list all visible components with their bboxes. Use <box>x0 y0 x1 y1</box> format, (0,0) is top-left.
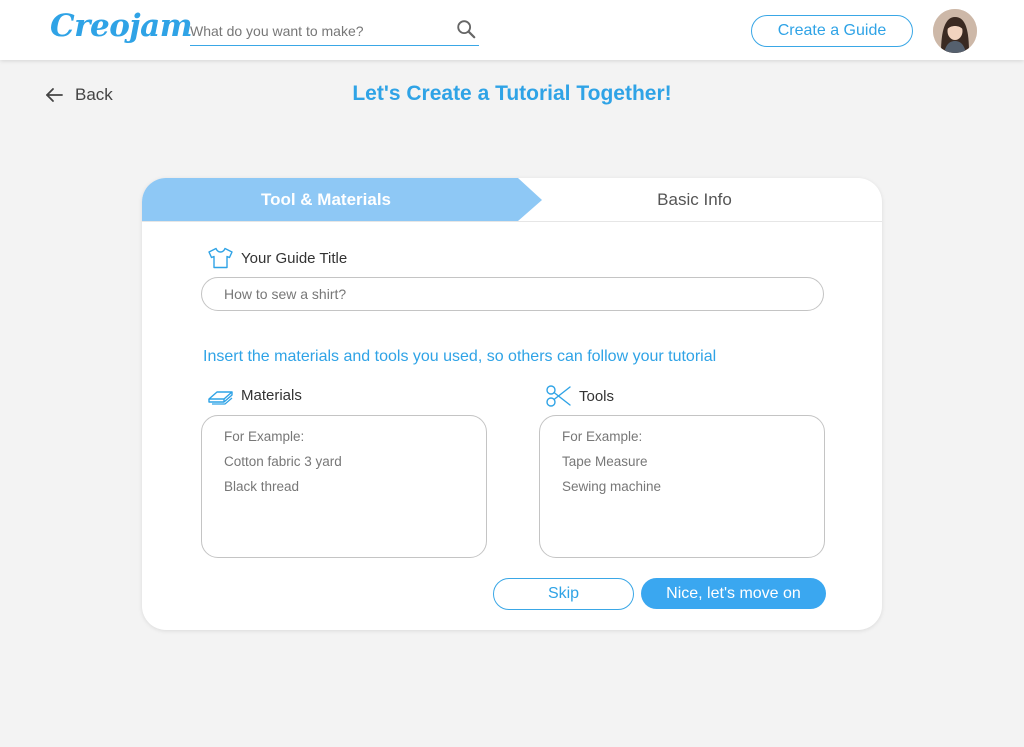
guide-title-heading: Your Guide Title <box>207 247 347 269</box>
tools-label: Tools <box>579 387 615 405</box>
tools-line: Tape Measure <box>562 454 648 469</box>
avatar[interactable] <box>933 9 977 53</box>
next-step-button[interactable]: Nice, let's move on <box>641 578 826 609</box>
top-navbar: Creojam Create a Guide <box>0 0 1024 60</box>
shirt-icon <box>208 247 233 269</box>
tutorial-form-card: Tool & Materials Basic Info Your Guide T… <box>142 178 882 630</box>
search-input[interactable] <box>190 20 445 42</box>
guide-title-label: Your Guide Title <box>241 249 348 267</box>
materials-line: Black thread <box>224 479 300 494</box>
tools-heading: Tools <box>545 384 614 408</box>
tab-tool-materials[interactable]: Tool & Materials <box>142 178 542 221</box>
materials-textarea[interactable]: For Example: Cotton fabric 3 yard Black … <box>201 415 487 558</box>
search-bar <box>190 16 479 46</box>
tools-line: Sewing machine <box>562 479 662 494</box>
page-title: Let's Create a Tutorial Together! <box>352 82 672 105</box>
tools-line: For Example: <box>562 429 643 444</box>
scissors-icon <box>546 385 571 407</box>
create-guide-button[interactable]: Create a Guide <box>751 15 913 47</box>
tools-textarea[interactable]: For Example: Tape Measure Sewing machine <box>539 415 825 558</box>
step-tabs: Tool & Materials Basic Info <box>142 178 882 222</box>
logo[interactable]: Creojam <box>50 8 193 44</box>
materials-label: Materials <box>241 386 302 404</box>
skip-button[interactable]: Skip <box>493 578 634 610</box>
materials-heading: Materials <box>207 384 302 406</box>
guide-title-input[interactable] <box>201 277 824 311</box>
materials-instruction: Insert the materials and tools you used,… <box>203 348 717 365</box>
tab-basic-info[interactable]: Basic Info <box>542 178 847 221</box>
search-icon[interactable] <box>455 18 477 40</box>
materials-line: For Example: <box>224 429 305 444</box>
fabric-icon <box>208 391 233 405</box>
materials-line: Cotton fabric 3 yard <box>224 454 342 469</box>
